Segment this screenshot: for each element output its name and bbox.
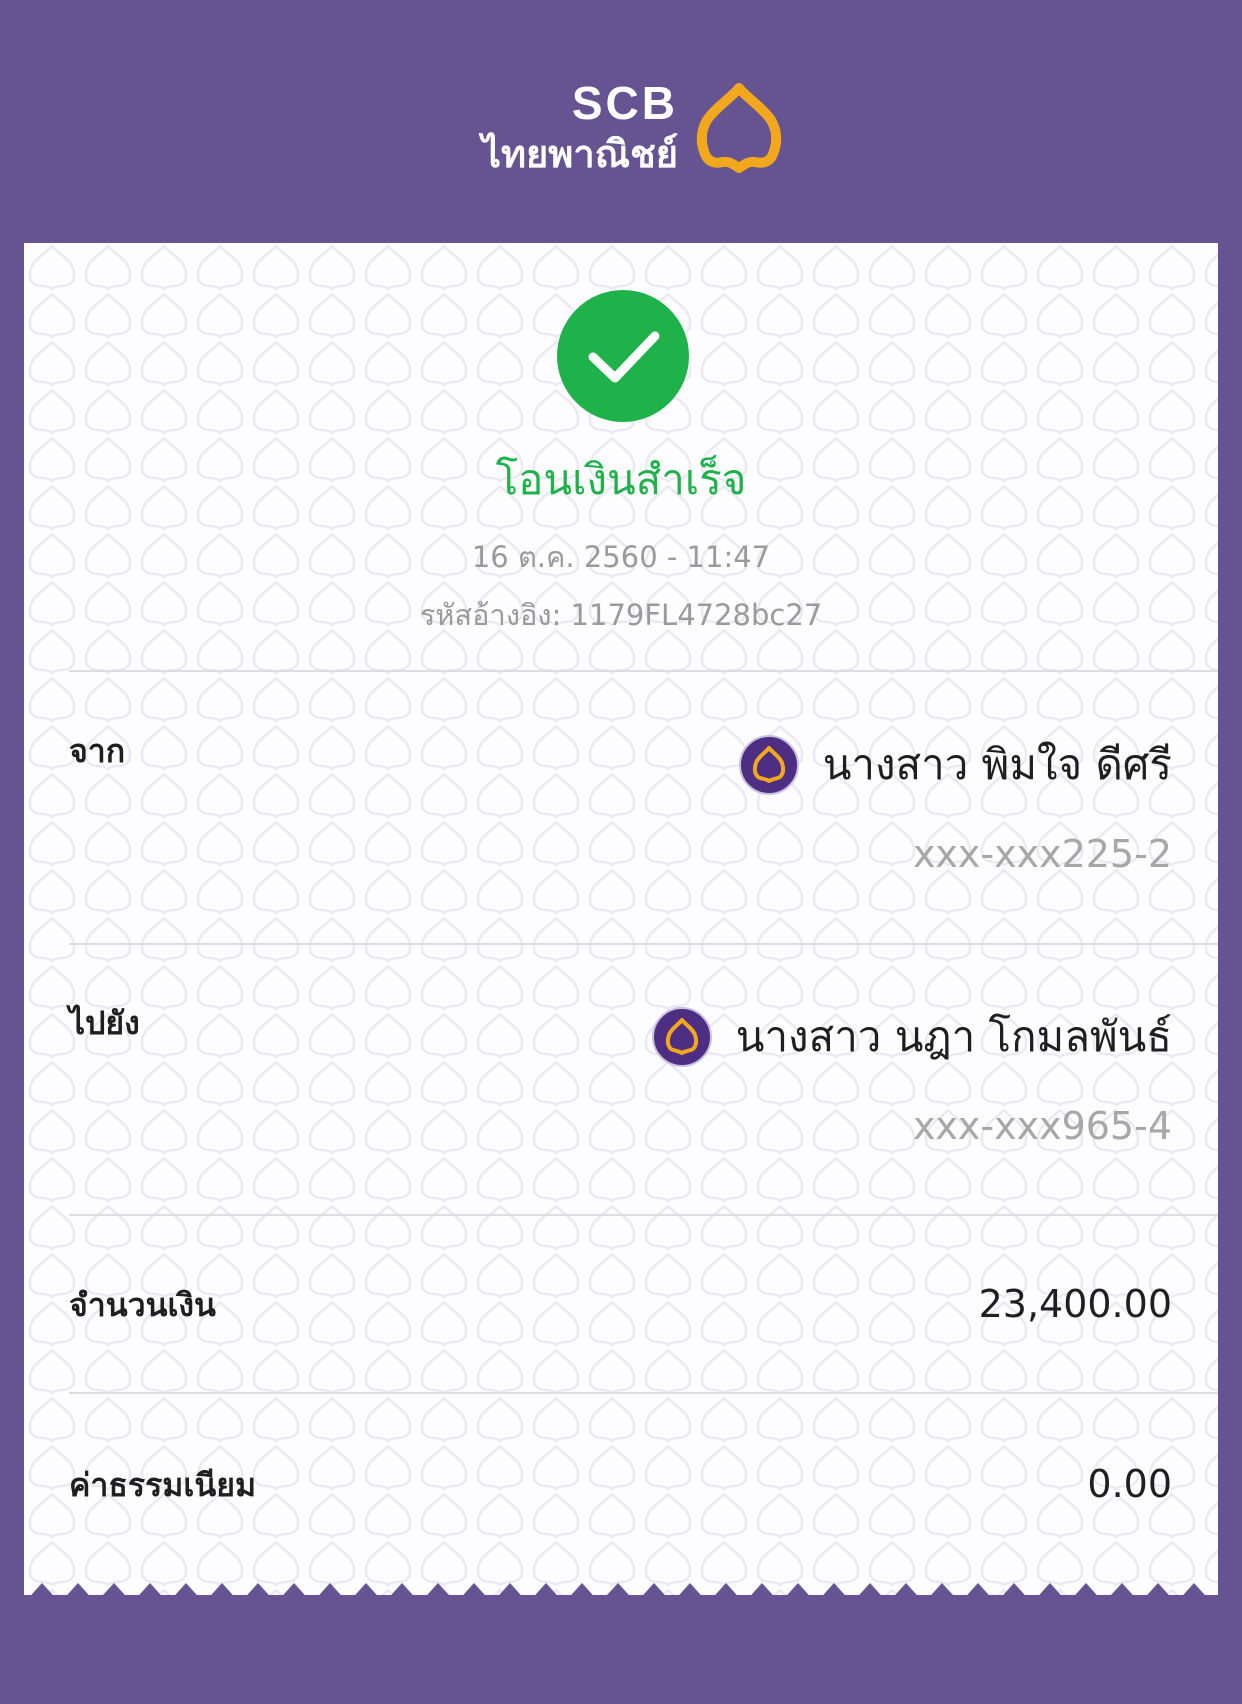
from-account: xxx-xxx225-2 <box>912 832 1172 876</box>
to-account: xxx-xxx965-4 <box>912 1104 1172 1148</box>
divider <box>69 1214 1218 1216</box>
transfer-receipt: โอนเงินสำเร็จ 16 ต.ค. 2560 - 11:47 รหัสอ… <box>24 243 1218 1595</box>
scb-bank-icon <box>738 735 799 795</box>
brand-name-th: ไทยพาณิชย์ <box>481 132 678 176</box>
app-header: SCB ไทยพาณิชย์ <box>0 0 1242 242</box>
amount-value: 23,400.00 <box>978 1282 1172 1326</box>
to-party: นางสาว นฎา โกมลพันธ์ <box>651 1005 1172 1069</box>
transfer-success-title: โอนเงินสำเร็จ <box>495 455 747 504</box>
to-label: ไปยัง <box>69 1004 140 1042</box>
from-name: นางสาว พิมใจ ดีศรี <box>822 740 1172 789</box>
brand-wordmark: SCB ไทยพาณิชย์ <box>482 78 678 180</box>
from-label: จาก <box>69 732 126 770</box>
divider <box>69 1392 1218 1394</box>
transaction-datetime: 16 ต.ค. 2560 - 11:47 <box>471 540 771 574</box>
receipt-torn-edge <box>24 1583 1218 1607</box>
amount-label: จำนวนเงิน <box>69 1286 216 1324</box>
scb-bodhi-leaf-icon <box>696 83 782 173</box>
checkmark-icon <box>557 290 689 422</box>
transaction-reference: รหัสอ้างอิง: 1179FL4728bc27 <box>419 598 823 632</box>
divider <box>69 943 1218 945</box>
divider <box>69 670 1218 672</box>
fee-value: 0.00 <box>1087 1462 1172 1506</box>
brand-name-en: SCB <box>571 77 678 129</box>
from-party: นางสาว พิมใจ ดีศรี <box>738 733 1172 797</box>
scb-bank-icon <box>651 1007 712 1067</box>
fee-label: ค่าธรรมเนียม <box>69 1466 257 1504</box>
to-name: นางสาว นฎา โกมลพันธ์ <box>735 1012 1172 1061</box>
